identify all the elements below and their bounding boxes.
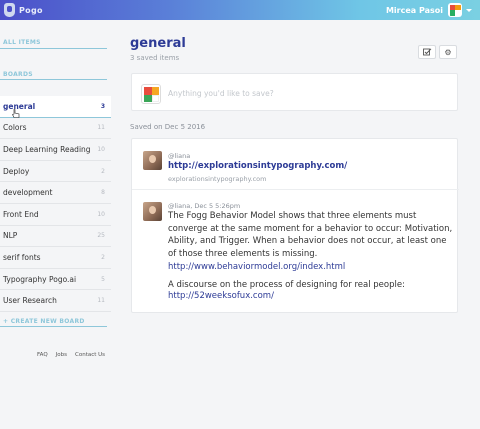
sidebar-item-label: NLP bbox=[3, 231, 18, 241]
user-name: Mircea Pasoi bbox=[385, 5, 443, 15]
sidebar-item-count: 10 bbox=[97, 210, 105, 218]
select-items-button[interactable] bbox=[418, 45, 436, 59]
sidebar-item-label: User Research bbox=[3, 296, 57, 306]
top-bar: Pogo Mircea Pasoi bbox=[0, 0, 480, 20]
sidebar-item-serif-fonts[interactable]: serif fonts 2 bbox=[0, 247, 111, 269]
sidebar-item-count: 8 bbox=[101, 189, 105, 197]
saved-items-card: @liana http://explorationsintypography.c… bbox=[131, 138, 459, 313]
footer-links: FAQ Jobs Contact Us bbox=[37, 352, 105, 358]
sidebar-item-deploy[interactable]: Deploy 2 bbox=[0, 161, 111, 183]
post-link[interactable]: http://explorationsintypography.com/ bbox=[168, 161, 347, 171]
sidebar-item-typography-pogo-ai[interactable]: Typography Pogo.ai 5 bbox=[0, 269, 111, 291]
sidebar-item-colors[interactable]: Colors 11 bbox=[0, 118, 111, 140]
sidebar-item-count: 3 bbox=[100, 102, 105, 110]
all-items-link[interactable]: ALL ITEMS bbox=[3, 39, 41, 46]
saved-count: 3 saved items bbox=[130, 54, 180, 62]
sidebar-item-label: development bbox=[3, 188, 53, 198]
sidebar-item-label: Front End bbox=[3, 209, 39, 219]
section-date-heading: Saved on Dec 5 2016 bbox=[130, 123, 206, 131]
user-menu[interactable]: Mircea Pasoi bbox=[386, 2, 472, 18]
boards-heading: BOARDS bbox=[3, 71, 33, 78]
post-body: A discourse on the process of designing … bbox=[168, 280, 405, 290]
page-title: general bbox=[130, 36, 186, 51]
sidebar-item-count: 11 bbox=[97, 297, 105, 305]
create-board-button[interactable]: + CREATE NEW BOARD bbox=[3, 318, 85, 325]
checkbox-icon bbox=[422, 48, 431, 56]
post-link[interactable]: http://www.behaviormodel.org/index.html bbox=[168, 262, 345, 272]
divider bbox=[132, 189, 459, 190]
divider bbox=[0, 79, 107, 80]
avatar bbox=[143, 202, 162, 221]
sidebar-item-count: 5 bbox=[101, 275, 105, 283]
contact-us-link[interactable]: Contact Us bbox=[75, 352, 105, 358]
sidebar-item-user-research[interactable]: User Research 11 bbox=[0, 290, 111, 312]
sidebar-item-label: Deploy bbox=[3, 166, 30, 176]
sidebar-item-front-end[interactable]: Front End 10 bbox=[0, 204, 111, 226]
post-author: @liana bbox=[168, 152, 191, 160]
faq-link[interactable]: FAQ bbox=[37, 352, 48, 358]
sidebar-item-general[interactable]: general 3 bbox=[0, 96, 111, 118]
sidebar-item-count: 25 bbox=[97, 232, 105, 240]
sidebar-item-label: serif fonts bbox=[3, 252, 41, 262]
post-body: The Fogg Behavior Model shows that three… bbox=[168, 211, 453, 259]
avatar bbox=[448, 3, 462, 17]
compose-box bbox=[131, 73, 458, 111]
sidebar: ALL ITEMS BOARDS general 3 Colors 11 Dee… bbox=[0, 20, 111, 429]
sidebar-item-nlp[interactable]: NLP 25 bbox=[0, 226, 111, 248]
sidebar-item-count: 11 bbox=[97, 124, 105, 132]
post-domain: explorationsintypography.com bbox=[168, 175, 267, 183]
board-settings-button[interactable]: ⚙ bbox=[439, 45, 457, 59]
gear-icon: ⚙ bbox=[444, 47, 452, 57]
post-author: @liana, Dec 5 5:26pm bbox=[168, 202, 241, 210]
sidebar-item-count: 2 bbox=[101, 253, 105, 261]
sidebar-item-count: 10 bbox=[97, 145, 105, 153]
divider bbox=[0, 326, 107, 327]
sidebar-item-label: Colors bbox=[3, 123, 27, 133]
pogo-logo-icon bbox=[4, 3, 15, 17]
sidebar-item-count: 2 bbox=[101, 167, 105, 175]
board-list: general 3 Colors 11 Deep Learning Readin… bbox=[0, 96, 111, 312]
divider bbox=[0, 48, 107, 49]
post-link[interactable]: http://52weeksofux.com/ bbox=[168, 291, 274, 301]
sidebar-item-label: Typography Pogo.ai bbox=[3, 274, 77, 284]
sidebar-item-deep-learning-reading[interactable]: Deep Learning Reading 10 bbox=[0, 139, 111, 161]
sidebar-item-label: Deep Learning Reading bbox=[3, 144, 91, 154]
pogo-app-icon bbox=[141, 84, 161, 104]
chevron-down-icon[interactable] bbox=[466, 8, 472, 12]
sidebar-item-development[interactable]: development 8 bbox=[0, 182, 111, 204]
main-content: general 3 saved items ⚙ Saved on Dec 5 2… bbox=[111, 20, 480, 429]
avatar bbox=[143, 151, 162, 170]
app-logo[interactable]: Pogo bbox=[4, 2, 43, 18]
jobs-link[interactable]: Jobs bbox=[56, 352, 67, 358]
app-logo-text: Pogo bbox=[19, 5, 43, 15]
save-input[interactable] bbox=[168, 86, 448, 100]
